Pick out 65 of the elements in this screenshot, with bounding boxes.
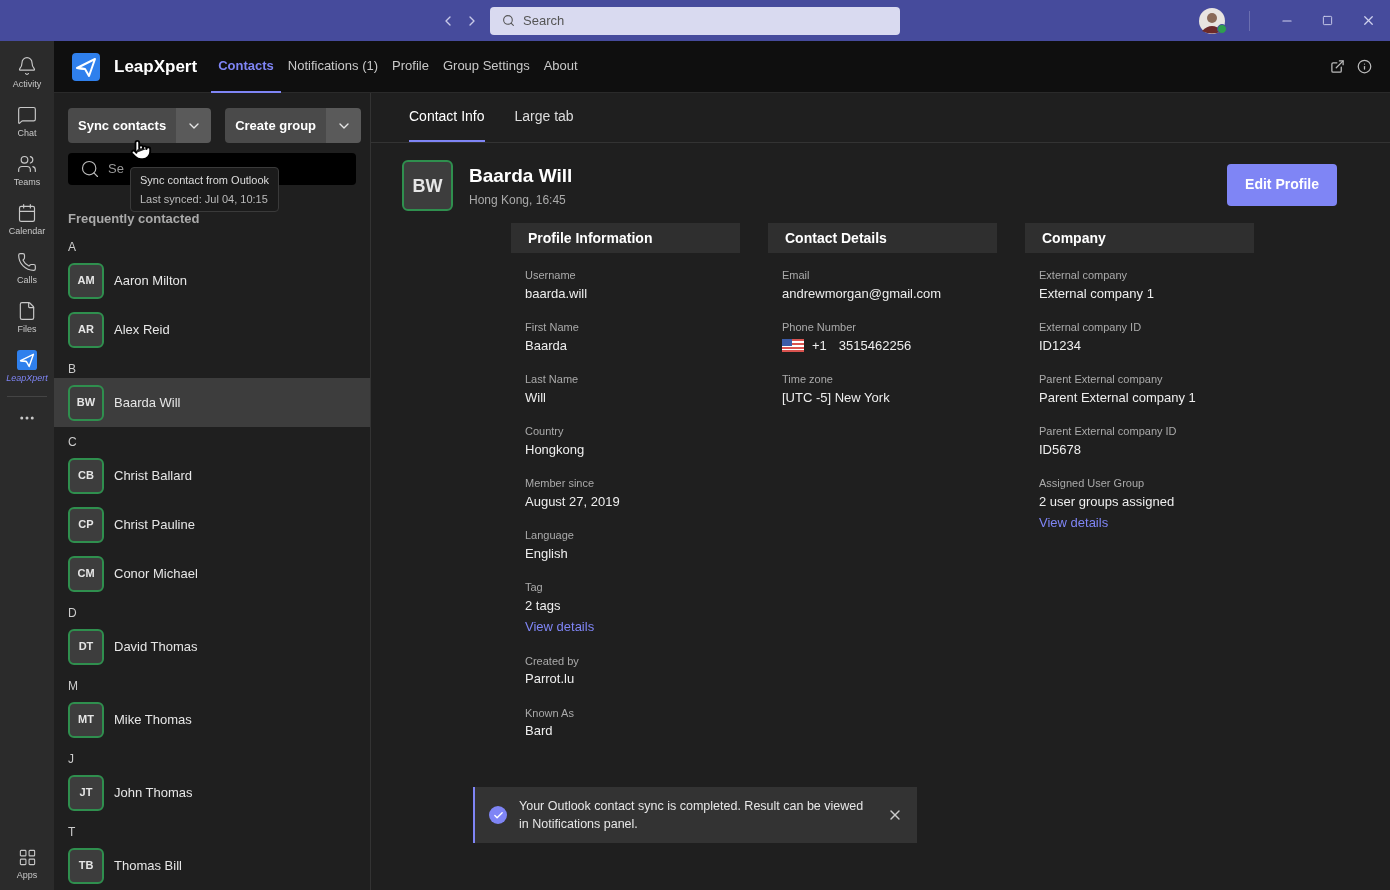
toast-message: Your Outlook contact sync is completed. Result can be viewed in Notifications panel. bbox=[519, 798, 865, 833]
field-value: External company 1 bbox=[1039, 284, 1155, 303]
field-label: Parent External company bbox=[1039, 372, 1164, 387]
field-label: External company ID bbox=[1039, 320, 1143, 335]
field-value: 3515462256 bbox=[838, 336, 912, 355]
field-value: August 27, 2019 bbox=[525, 492, 621, 511]
field-value: 2 user groups assigned bbox=[1039, 492, 1176, 511]
avatar-initials: AM bbox=[77, 273, 95, 289]
avatar-initials: BW bbox=[412, 174, 443, 198]
field-label: Username bbox=[525, 268, 577, 283]
avatar-initials: CM bbox=[77, 566, 95, 582]
field-value: baarda.will bbox=[525, 284, 589, 303]
avatar-initials: CB bbox=[78, 468, 94, 484]
field-value: andrewmorgan@gmail.com bbox=[782, 284, 943, 303]
phone-code: +1 bbox=[812, 336, 827, 355]
field-label: Phone Number bbox=[782, 320, 857, 335]
field-value: Baarda bbox=[525, 336, 568, 355]
field-label: Assigned User Group bbox=[1039, 476, 1146, 491]
field-value: Will bbox=[525, 388, 547, 407]
field-label: Known As bbox=[525, 705, 575, 721]
field-label: Language bbox=[525, 528, 575, 543]
field-label: Member since bbox=[525, 476, 596, 491]
field-value: Bard bbox=[525, 722, 554, 740]
field-value: English bbox=[525, 544, 569, 563]
avatar-initials: AR bbox=[78, 322, 94, 338]
field-value: Parent External company 1 bbox=[1039, 388, 1197, 407]
avatar-initials: TB bbox=[78, 858, 94, 874]
tooltip-subtitle: Last synced: Jul 04, 10:15 bbox=[140, 191, 269, 207]
field-label: First Name bbox=[525, 320, 580, 335]
tooltip-title: Sync contact from Outlook bbox=[140, 173, 269, 188]
field-label: Email bbox=[782, 268, 811, 283]
field-label: Parent External company ID bbox=[1039, 424, 1178, 439]
field-label: Country bbox=[525, 424, 565, 439]
search-placeholder: Search bbox=[523, 11, 565, 30]
field-label: Last Name bbox=[525, 372, 580, 387]
letter-heading: J bbox=[67, 751, 75, 768]
avatar-initials: MT bbox=[78, 712, 94, 728]
field-label: Created by bbox=[525, 653, 580, 669]
contact-name: Baarda Will bbox=[469, 164, 573, 189]
field-value: [UTC -5] New York bbox=[782, 388, 891, 407]
field-label: Tag bbox=[525, 580, 544, 595]
field-label: Time zone bbox=[782, 372, 834, 387]
letter-heading: T bbox=[67, 824, 77, 841]
letter-heading: B bbox=[67, 361, 77, 378]
letter-heading: C bbox=[67, 434, 78, 451]
contact-subtitle: Hong Kong, 16:45 bbox=[469, 191, 567, 209]
field-value: Parrot.lu bbox=[525, 670, 576, 688]
avatar-initials: JT bbox=[79, 785, 93, 801]
search-placeholder: Se bbox=[108, 160, 124, 178]
letter-heading: M bbox=[67, 678, 79, 695]
letter-heading: D bbox=[67, 605, 78, 622]
app-name: LeapXpert bbox=[114, 55, 198, 78]
field-value: ID5678 bbox=[1039, 440, 1082, 459]
field-value: 2 tags bbox=[525, 596, 562, 615]
section-header: Company bbox=[1025, 223, 1254, 253]
field-value: ID1234 bbox=[1039, 336, 1082, 355]
field-label: External company bbox=[1039, 268, 1129, 283]
avatar-initials: DT bbox=[78, 639, 94, 655]
field-value: Hongkong bbox=[525, 440, 586, 459]
section-header: Contact Details bbox=[768, 223, 997, 253]
avatar-initials: BW bbox=[76, 395, 96, 411]
section-heading: Frequently contacted bbox=[68, 209, 201, 228]
avatar-initials: CP bbox=[78, 517, 94, 533]
section-header: Profile Information bbox=[511, 223, 740, 253]
letter-heading: A bbox=[67, 239, 77, 256]
